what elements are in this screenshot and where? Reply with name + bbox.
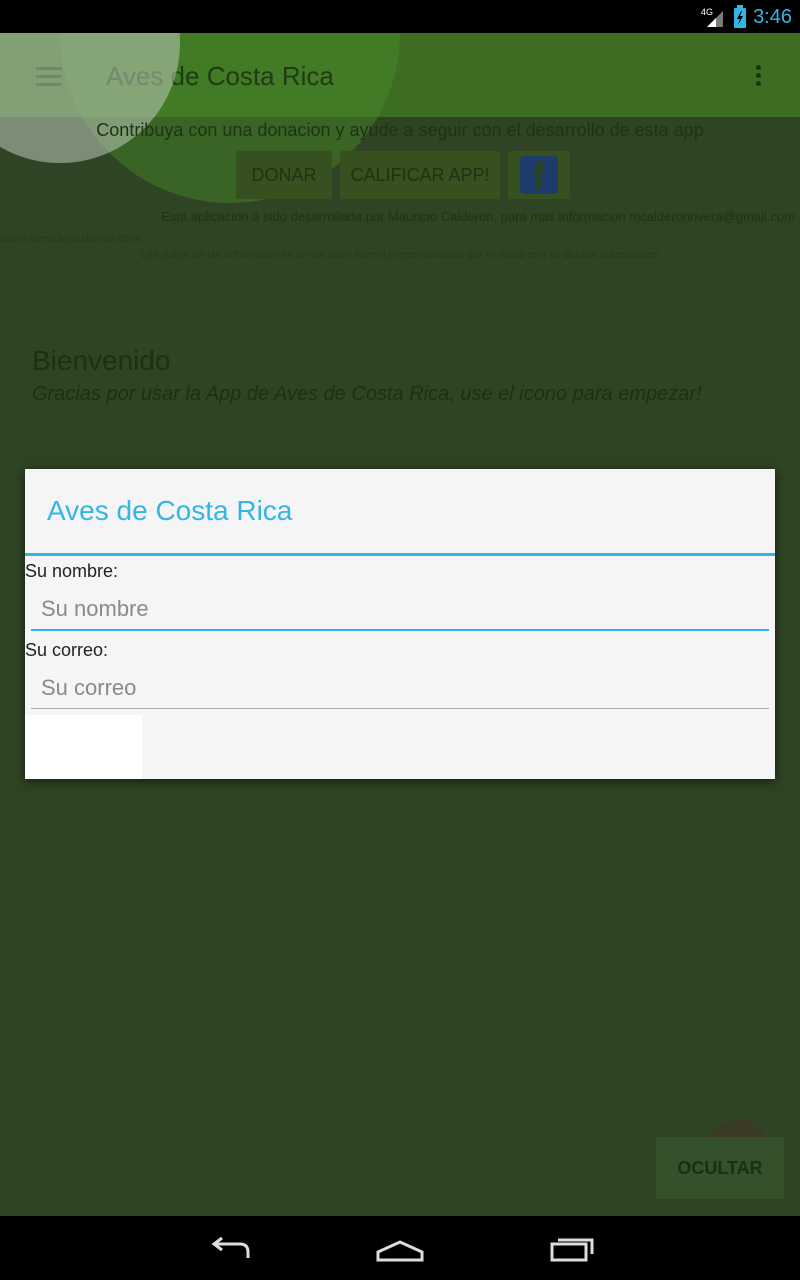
back-icon[interactable] — [200, 1230, 260, 1268]
name-input-underline — [31, 629, 769, 631]
signal-icon: 4G — [701, 7, 724, 27]
overflow-menu-icon[interactable] — [756, 65, 762, 87]
recent-apps-icon[interactable] — [542, 1230, 602, 1268]
developer-info: Esta aplicacion a sido desarrollada por … — [161, 209, 795, 224]
facebook-icon: f — [520, 156, 558, 194]
welcome-title: Bienvenido — [32, 345, 171, 376]
dialog-title: Aves de Costa Rica — [47, 495, 293, 526]
navigation-bar — [0, 1216, 800, 1280]
donate-text: Contribuya con una donacion y ayude a se… — [96, 120, 704, 140]
battery-icon — [734, 5, 747, 28]
rate-app-button[interactable]: CALIFICAR APP! — [340, 151, 500, 199]
dialog-button-area[interactable] — [25, 715, 142, 779]
welcome-subtitle: Gracias por usar la App de Aves de Costa… — [32, 383, 702, 405]
name-input[interactable] — [31, 589, 769, 629]
status-icons: 4G 3:46 — [701, 4, 792, 30]
email-input-underline — [31, 708, 769, 709]
email-input[interactable] — [31, 668, 769, 708]
home-icon[interactable] — [370, 1230, 430, 1268]
facebook-button[interactable]: f — [508, 151, 570, 199]
action-buttons: DONAR CALIFICAR APP! f — [236, 151, 570, 201]
user-info-dialog: Aves de Costa Rica Su nombre: Su correo: — [25, 469, 775, 779]
clock: 3:46 — [753, 5, 792, 28]
status-bar: 4G 3:46 — [0, 0, 800, 33]
data-credit: Los datos de las informaciones de las av… — [141, 249, 659, 261]
network-type-label: 4G — [701, 7, 713, 17]
hide-button[interactable]: OCULTAR — [656, 1137, 784, 1199]
dialog-title-divider — [25, 553, 775, 556]
email-label: Su correo: — [25, 640, 109, 660]
donate-button[interactable]: DONAR — [236, 151, 332, 199]
website-link[interactable]: www.avesdecostarica.com — [0, 231, 141, 245]
name-label: Su nombre: — [25, 561, 119, 581]
